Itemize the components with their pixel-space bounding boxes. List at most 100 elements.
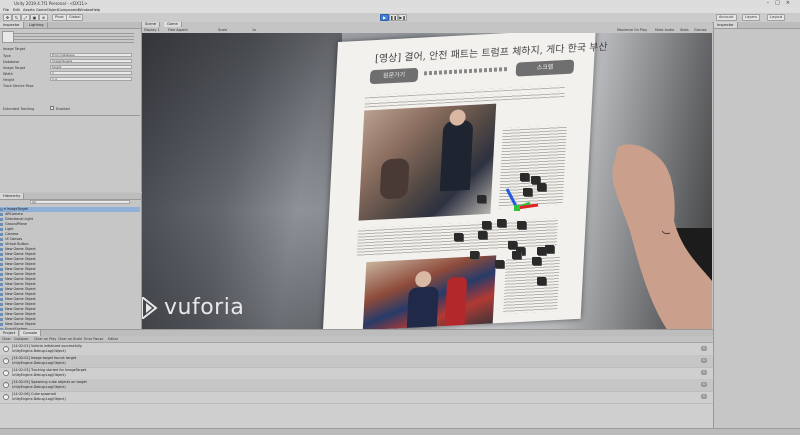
clear-on-build-button[interactable]: Clear on Build — [58, 337, 82, 341]
game-view[interactable]: [영상] 결어, 안전 패트는 트럼프 체하지, 게다 한국 부산 원문가기 스… — [142, 33, 712, 329]
layout-dropdown[interactable]: Layout — [767, 14, 786, 21]
database-dropdown[interactable]: ImageTargets — [50, 59, 132, 63]
console-panel: Project Console Clear Collapse Clear on … — [0, 329, 713, 435]
rotate-tool-button[interactable]: ↻ — [12, 14, 21, 21]
error-pause-button[interactable]: Error Pause — [84, 337, 103, 341]
cube-object — [520, 173, 529, 181]
tab-inspector-right[interactable]: Inspector — [714, 22, 738, 28]
tab-scene[interactable]: Scene — [142, 22, 160, 27]
log-line: Spawning cube objects on target — [30, 380, 87, 384]
hierarchy-panel: Hierarchy All ▾ ImageTarget ARCamera Dir… — [0, 193, 142, 331]
photo-red-figure — [444, 276, 468, 326]
maximize-on-play-toggle[interactable]: Maximize On Play — [617, 28, 647, 32]
tab-hierarchy[interactable]: Hierarchy — [0, 193, 25, 199]
hierarchy-item-label: New Game Object — [4, 292, 36, 296]
right-tabbar: Inspector — [714, 22, 800, 29]
move-tool-button[interactable]: ✥ — [3, 14, 12, 21]
pause-button[interactable]: ❚❚ — [389, 14, 398, 21]
photo-figure-2 — [379, 158, 410, 200]
gameobject-icon — [0, 262, 3, 266]
transform-tool-button[interactable]: ⊕ — [39, 14, 48, 21]
hierarchy-search-input[interactable]: All — [30, 200, 130, 204]
paper-photo-bottom — [362, 255, 497, 329]
info-icon: ! — [3, 358, 9, 364]
gameobject-icon — [0, 272, 3, 276]
cube-object — [545, 245, 554, 253]
gameobject-icon — [0, 287, 3, 291]
console-log-entry[interactable]: ! [14:32:06] Cube spawned UnityEngine.Debu… — [0, 391, 713, 404]
log-line: Tracking started for ImageTarget — [30, 368, 87, 372]
hierarchy-item-label: GroundPlane — [4, 222, 27, 226]
clear-button[interactable]: Clear — [2, 337, 11, 341]
gizmos-dropdown[interactable]: Gizmos — [694, 28, 707, 32]
tab-game[interactable]: Game — [164, 22, 182, 27]
menu-help[interactable]: Help — [92, 8, 100, 12]
collapse-button[interactable]: Collapse — [14, 337, 28, 341]
minimize-button[interactable]: – — [767, 0, 776, 6]
gameobject-icon — [0, 217, 3, 221]
step-button[interactable]: ▶❚ — [398, 14, 407, 21]
menu-component[interactable]: Component — [58, 8, 79, 12]
menu-gameobject[interactable]: GameObject — [36, 8, 58, 12]
paper-button-left: 원문가기 — [369, 67, 419, 85]
maximize-button[interactable]: □ — [775, 0, 786, 6]
gameobject-icon — [0, 247, 3, 251]
menu-edit[interactable]: Edit — [13, 8, 20, 12]
menu-assets[interactable]: Assets — [23, 8, 35, 12]
scale-tool-button[interactable]: ⤢ — [21, 14, 30, 21]
log-stack: UnityEngine.Debug:Log(Object) — [12, 360, 66, 365]
vuforia-logo-icon — [142, 297, 158, 319]
width-field[interactable]: 1 — [50, 71, 132, 75]
account-dropdown[interactable]: Account — [716, 14, 737, 21]
gameobject-icon — [0, 282, 3, 286]
info-icon: ! — [3, 382, 9, 388]
type-dropdown[interactable]: From Database — [50, 53, 132, 57]
gameobject-icon — [0, 292, 3, 296]
gameobject-icon — [0, 212, 3, 216]
inspector-label: Height — [3, 78, 15, 82]
hierarchy-item-label: Camera — [4, 232, 19, 236]
close-button[interactable]: × — [786, 0, 796, 6]
image-target-dropdown[interactable]: target — [50, 65, 132, 69]
display-dropdown[interactable]: Display 1 — [144, 28, 160, 32]
rect-tool-button[interactable]: ▣ — [30, 14, 39, 21]
global-toggle[interactable]: Global — [66, 14, 84, 21]
gameobject-icon — [0, 207, 3, 211]
play-button[interactable]: ▶ — [380, 14, 389, 21]
tab-lighting[interactable]: Lighting — [26, 22, 48, 28]
editor-dropdown[interactable]: Editor — [108, 337, 118, 341]
pivot-toggle[interactable]: Pivot — [52, 14, 67, 21]
gizmo-center — [514, 205, 520, 211]
clear-on-play-button[interactable]: Clear on Play — [34, 337, 56, 341]
height-field[interactable]: 1.4 — [50, 77, 132, 81]
aspect-dropdown[interactable]: Free Aspect — [168, 28, 188, 32]
menu-file[interactable]: File — [3, 8, 9, 12]
log-message: [14:32:06] Cube spawned UnityEngine.Debug… — [12, 392, 66, 401]
mute-audio-toggle[interactable]: Mute Audio — [655, 28, 674, 32]
window-controls[interactable]: –□× — [767, 0, 796, 6]
gameobject-icon — [0, 257, 3, 261]
enabled-checkbox[interactable] — [50, 106, 54, 110]
info-icon: ! — [3, 394, 9, 400]
inspector-label: Track Device Pose — [3, 84, 34, 88]
hand-holding-paper — [612, 144, 712, 329]
divider — [0, 115, 140, 116]
layers-dropdown[interactable]: Layers — [742, 14, 760, 21]
stats-toggle[interactable]: Stats — [680, 28, 689, 32]
menu-window[interactable]: Window — [78, 8, 92, 12]
component-help-text — [14, 31, 134, 43]
gameobject-icon — [0, 222, 3, 226]
component-thumbnail — [2, 31, 14, 43]
log-time: [14:32:03] — [12, 368, 30, 372]
hierarchy-item-label: New Game Object — [4, 282, 36, 286]
gameobject-icon — [0, 312, 3, 316]
tab-inspector[interactable]: Inspector — [0, 22, 24, 28]
cube-object — [532, 257, 541, 265]
hierarchy-item-label: ARCamera — [4, 212, 23, 216]
log-line: Cube spawned — [30, 392, 56, 396]
log-count-badge: 1 — [701, 370, 707, 375]
hierarchy-item-label: New Game Object — [4, 317, 36, 321]
hierarchy-item-label: New Game Object — [4, 322, 36, 326]
hierarchy-item-label: Virtual Button — [4, 242, 29, 246]
hand-shape — [612, 144, 712, 329]
